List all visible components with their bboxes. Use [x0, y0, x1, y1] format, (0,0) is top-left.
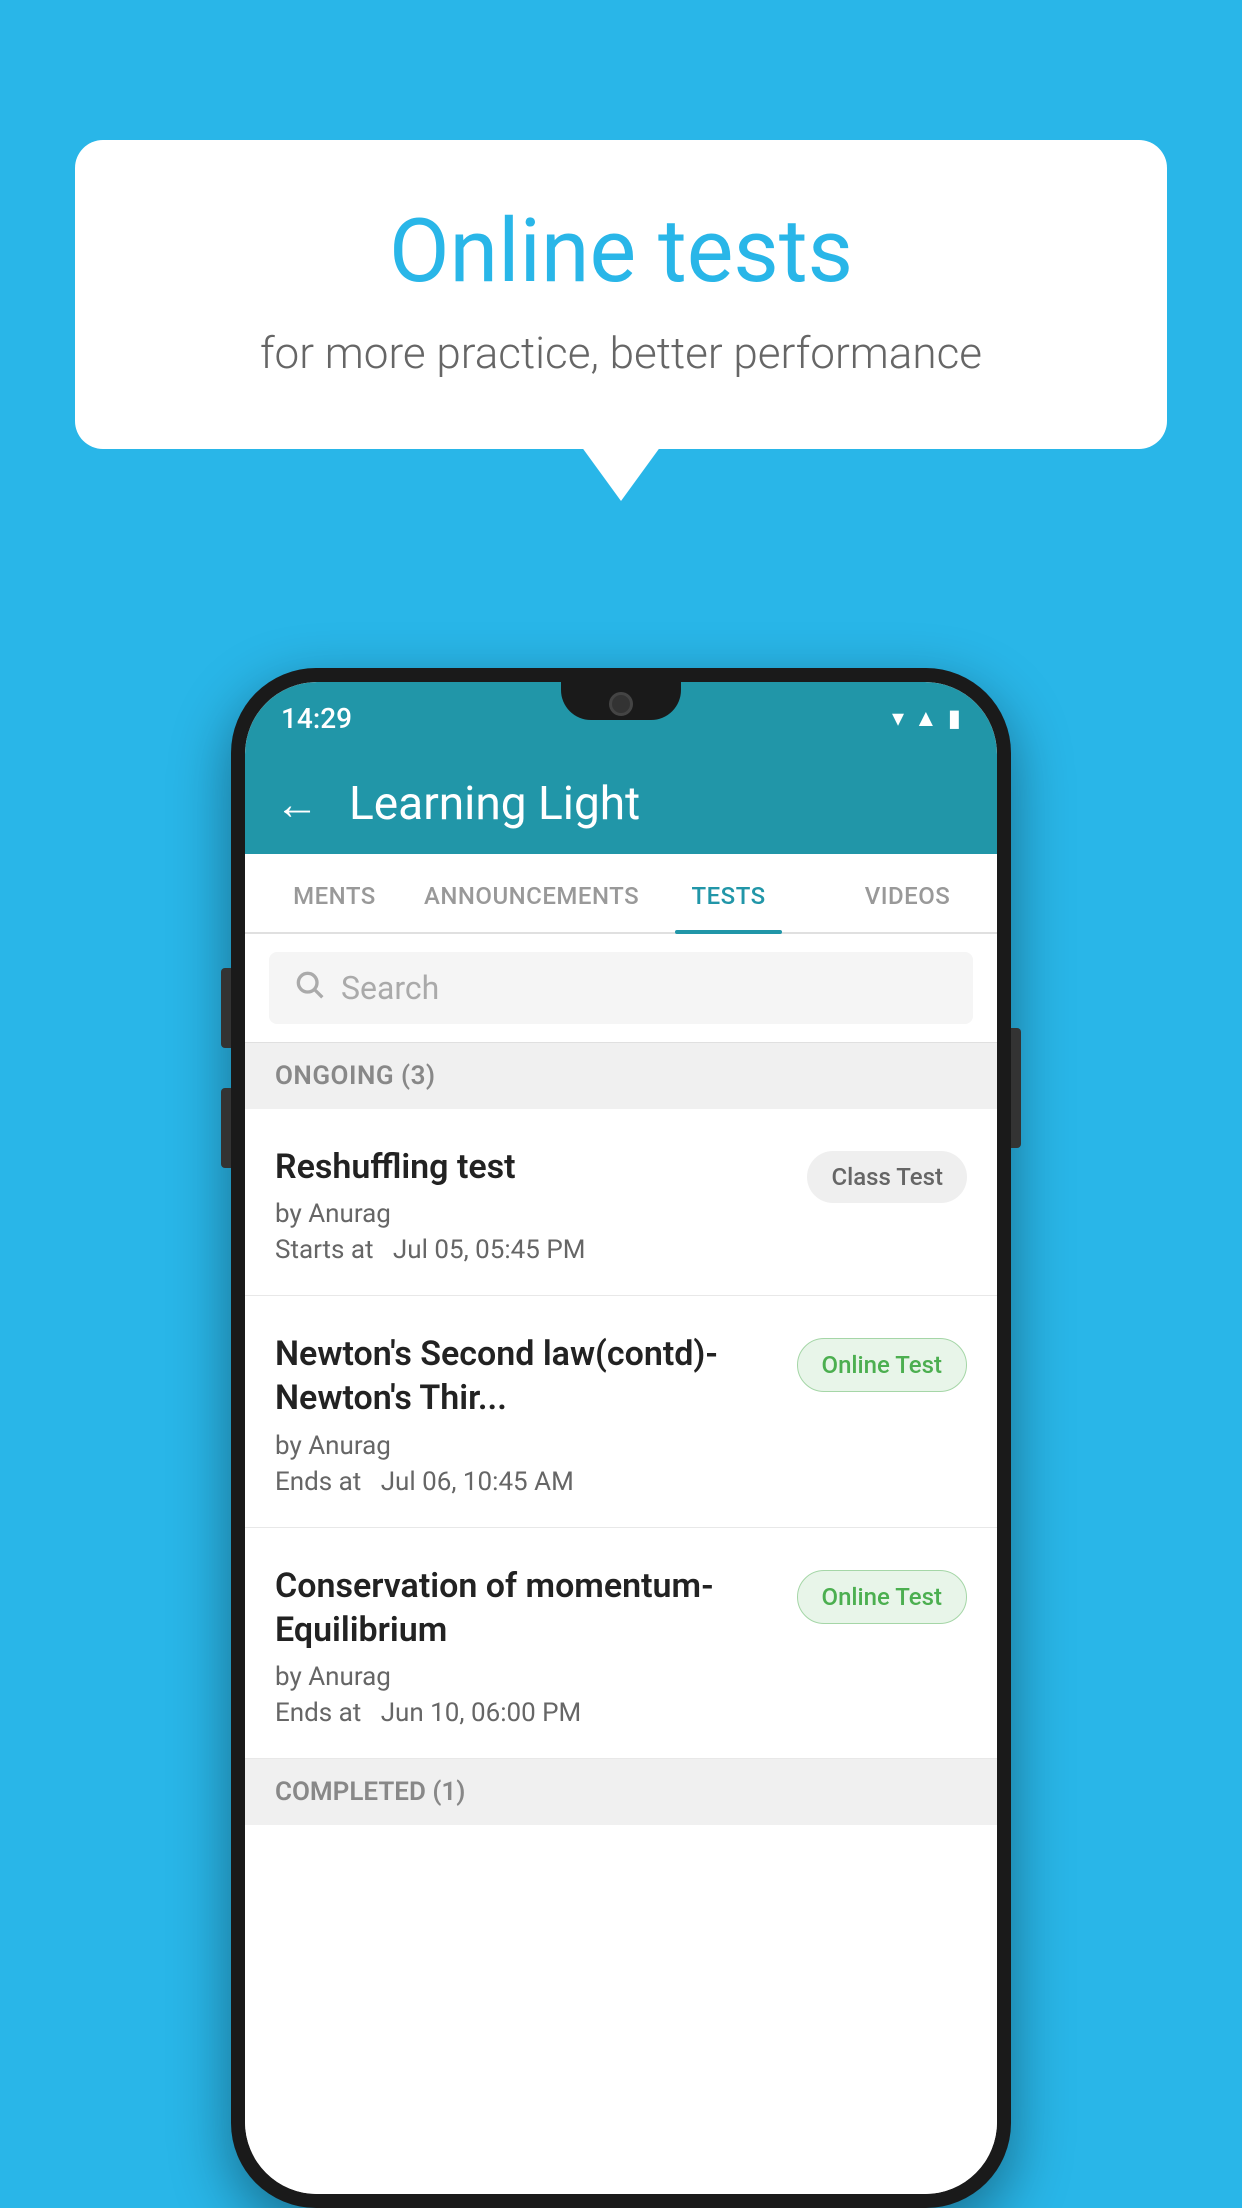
front-camera	[609, 692, 633, 716]
test-item-conservation[interactable]: Conservation of momentum-Equilibrium by …	[245, 1528, 997, 1759]
ends-at-label-2: Ends at	[275, 1698, 361, 1728]
test-badge-online-newtons: Online Test	[797, 1338, 967, 1392]
status-bar: 14:29 ▾ ▲ ▮	[245, 682, 997, 754]
speech-bubble-subtitle: for more practice, better performance	[155, 327, 1087, 379]
test-item-newtons-title: Newton's Second law(contd)-Newton's Thir…	[275, 1332, 777, 1420]
speech-bubble-title: Online tests	[155, 200, 1087, 303]
volume-down-button[interactable]	[221, 1088, 231, 1168]
test-item-conservation-content: Conservation of momentum-Equilibrium by …	[275, 1564, 777, 1728]
test-list: Reshuffling test by Anurag Starts at Jul…	[245, 1109, 997, 2194]
test-item-reshuffling-content: Reshuffling test by Anurag Starts at Jul…	[275, 1145, 787, 1265]
completed-section-header: COMPLETED (1)	[245, 1759, 997, 1825]
ends-at-label-1: Ends at	[275, 1467, 361, 1497]
tab-bar: MENTS ANNOUNCEMENTS TESTS VIDEOS	[245, 854, 997, 934]
tab-ments[interactable]: MENTS	[245, 854, 424, 932]
phone-screen: 14:29 ▾ ▲ ▮ ← Learning Light MENTS ANNOU…	[245, 682, 997, 2194]
volume-up-button[interactable]	[221, 968, 231, 1048]
speech-bubble-container: Online tests for more practice, better p…	[75, 140, 1167, 449]
test-item-reshuffling[interactable]: Reshuffling test by Anurag Starts at Jul…	[245, 1109, 997, 1296]
search-container: Search	[245, 934, 997, 1043]
test-item-conservation-title: Conservation of momentum-Equilibrium	[275, 1564, 777, 1652]
test-badge-online-conservation: Online Test	[797, 1570, 967, 1624]
ends-at-date-1: Jul 06, 10:45 AM	[381, 1467, 574, 1497]
starts-at-date: Jul 05, 05:45 PM	[393, 1235, 586, 1265]
test-item-reshuffling-author: by Anurag	[275, 1199, 787, 1229]
wifi-icon: ▾	[892, 704, 904, 732]
speech-bubble: Online tests for more practice, better p…	[75, 140, 1167, 449]
search-icon	[293, 968, 325, 1008]
completed-header-text: COMPLETED (1)	[275, 1777, 465, 1807]
status-time: 14:29	[281, 702, 352, 735]
app-bar: ← Learning Light	[245, 754, 997, 854]
tab-announcements[interactable]: ANNOUNCEMENTS	[424, 854, 639, 932]
status-icons: ▾ ▲ ▮	[892, 704, 961, 733]
signal-icon: ▲	[914, 704, 938, 733]
search-bar[interactable]: Search	[269, 952, 973, 1024]
battery-icon: ▮	[948, 704, 961, 732]
search-placeholder: Search	[341, 969, 439, 1007]
test-badge-class-test: Class Test	[807, 1151, 967, 1203]
ongoing-section-header: ONGOING (3)	[245, 1043, 997, 1109]
test-item-newtons-date: Ends at Jul 06, 10:45 AM	[275, 1467, 777, 1497]
power-button[interactable]	[1011, 1028, 1021, 1148]
app-title: Learning Light	[349, 777, 640, 831]
test-item-newtons[interactable]: Newton's Second law(contd)-Newton's Thir…	[245, 1296, 997, 1527]
test-item-reshuffling-title: Reshuffling test	[275, 1145, 787, 1189]
test-item-newtons-content: Newton's Second law(contd)-Newton's Thir…	[275, 1332, 777, 1496]
phone-notch	[561, 682, 681, 720]
phone-frame: 14:29 ▾ ▲ ▮ ← Learning Light MENTS ANNOU…	[231, 668, 1011, 2208]
test-item-conservation-author: by Anurag	[275, 1662, 777, 1692]
ongoing-header-text: ONGOING (3)	[275, 1061, 436, 1091]
test-item-conservation-date: Ends at Jun 10, 06:00 PM	[275, 1698, 777, 1728]
tab-tests[interactable]: TESTS	[639, 854, 818, 932]
test-item-reshuffling-date: Starts at Jul 05, 05:45 PM	[275, 1235, 787, 1265]
ends-at-date-2: Jun 10, 06:00 PM	[381, 1698, 582, 1728]
back-button[interactable]: ←	[275, 778, 319, 830]
tab-videos[interactable]: VIDEOS	[818, 854, 997, 932]
starts-at-label: Starts at	[275, 1235, 374, 1265]
test-item-newtons-author: by Anurag	[275, 1431, 777, 1461]
